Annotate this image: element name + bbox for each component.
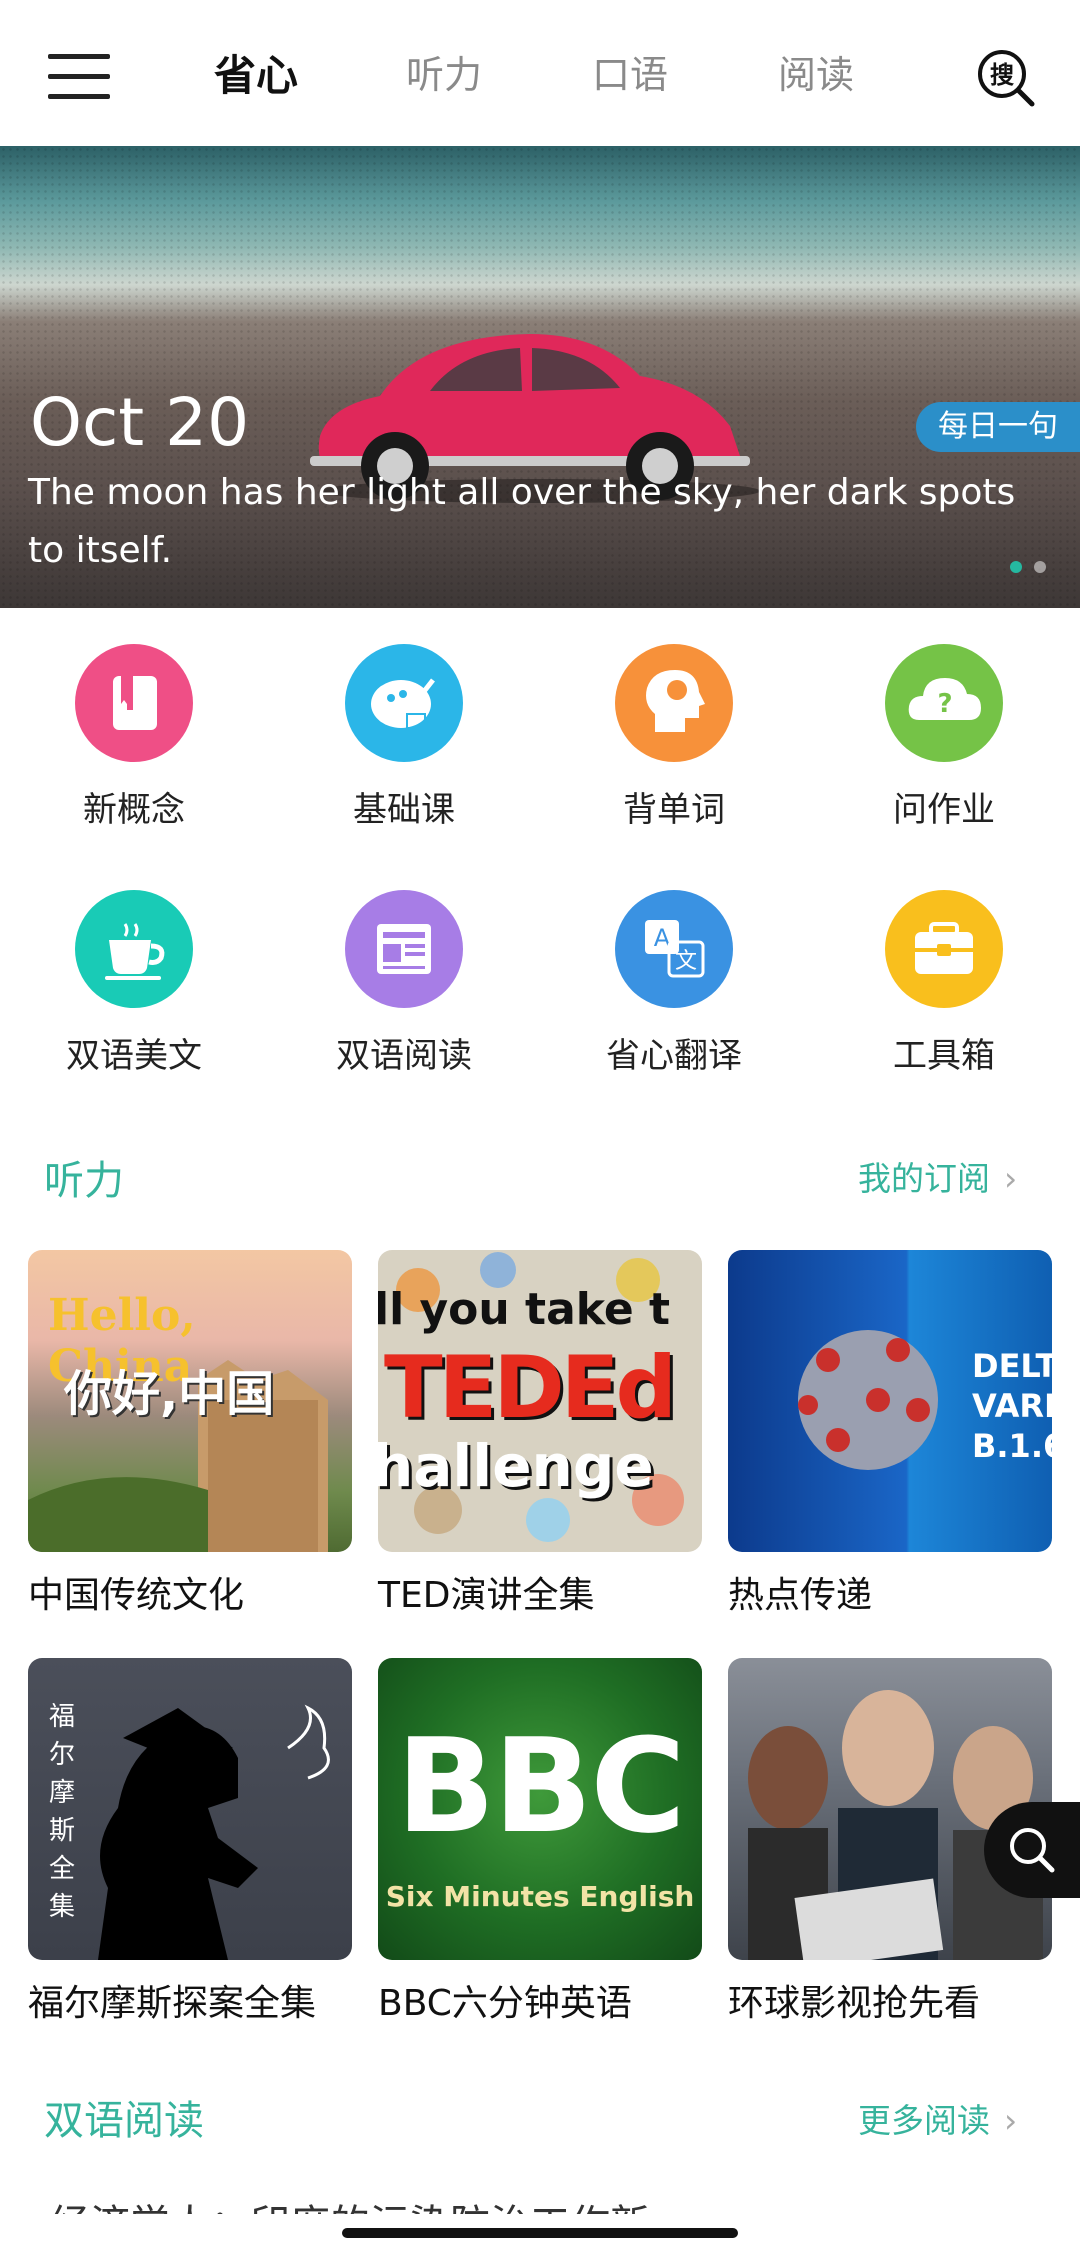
feature-vocab[interactable]: 背单词 (574, 644, 774, 831)
svg-text:?: ? (937, 689, 952, 719)
feature-label: 基础课 (353, 790, 455, 830)
more-reading-link[interactable]: 更多阅读 › (858, 2094, 1017, 2142)
feature-translate[interactable]: A文 省心翻译 (574, 890, 774, 1077)
tab-listening[interactable]: 听力 (406, 44, 482, 99)
tab-shengxin[interactable]: 省心 (214, 42, 298, 103)
thumb-text: Six Minutes English (385, 1880, 695, 1913)
toolbox-icon (885, 890, 1003, 1008)
book-icon (75, 644, 193, 762)
listening-section-title: 听力 (44, 1158, 124, 1204)
floating-search-button[interactable] (984, 1802, 1080, 1898)
feature-new-concept[interactable]: 新概念 (34, 644, 234, 831)
search-glyph: 搜 (990, 61, 1014, 89)
listening-card[interactable]: 福尔摩斯全集 福尔摩斯探案全集 (28, 1658, 352, 2026)
feature-label: 新概念 (83, 790, 185, 830)
palette-icon (345, 644, 463, 762)
thumb-text: ll you take t (378, 1284, 671, 1335)
card-thumbnail: 福尔摩斯全集 (28, 1658, 352, 1960)
feature-label: 背单词 (623, 790, 725, 830)
my-subscriptions-label: 我的订阅 (858, 1159, 990, 1198)
listening-card[interactable]: ll you take t TEDEd hallenge TED演讲全集 (378, 1250, 702, 1618)
card-thumbnail: DELTAVARIAB.1.61 (728, 1250, 1052, 1552)
card-title: 环球影视抢先看 (728, 1983, 981, 2024)
card-title: 福尔摩斯探案全集 (28, 1983, 317, 2024)
reading-item-title[interactable]: 经济学人：印度的污染防治工作新 (50, 2192, 650, 2214)
newspaper-icon (345, 890, 463, 1008)
feature-bilingual-essay[interactable]: 双语美文 (34, 890, 234, 1077)
card-title: BBC六分钟英语 (378, 1983, 632, 2024)
feature-toolbox[interactable]: 工具箱 (844, 890, 1044, 1077)
home-indicator[interactable] (342, 2228, 738, 2238)
chevron-right-icon: › (1004, 2101, 1018, 2140)
carousel-indicator (998, 558, 1046, 577)
tab-speaking[interactable]: 口语 (592, 44, 668, 99)
search-icon[interactable]: 搜 (976, 48, 1036, 108)
feature-label: 双语阅读 (336, 1036, 472, 1076)
svg-text:文: 文 (675, 949, 697, 974)
feature-label: 问作业 (893, 790, 995, 830)
card-thumbnail: BBC Six Minutes English (378, 1658, 702, 1960)
banner-quote: The moon has her light all over the sky,… (28, 472, 1016, 571)
card-title: TED演讲全集 (378, 1575, 595, 1616)
thumb-text: TEDEd (384, 1338, 677, 1438)
card-title: 中国传统文化 (28, 1575, 245, 1616)
daily-quote-banner[interactable]: Oct 20 每日一句 The moon has her light all o… (0, 146, 1080, 608)
feature-bilingual-reading[interactable]: 双语阅读 (304, 890, 504, 1077)
card-thumbnail: Hello, China 你好,中国 (28, 1250, 352, 1552)
thumb-text: DELTAVARIAB.1.61 (972, 1347, 1052, 1465)
top-bar: 省心 听力 口语 阅读 搜 (0, 0, 1080, 146)
thumb-text: hallenge (378, 1432, 654, 1500)
feature-label: 省心翻译 (606, 1036, 742, 1076)
feature-homework[interactable]: ? 问作业 (844, 644, 1044, 831)
daily-sentence-badge[interactable]: 每日一句 (916, 402, 1080, 452)
thumb-text: BBC (396, 1710, 686, 1862)
coffee-cup-icon (75, 890, 193, 1008)
more-reading-label: 更多阅读 (858, 2101, 990, 2140)
cloud-question-icon: ? (885, 644, 1003, 762)
thumb-text: 你好,中国 (64, 1366, 275, 1422)
card-title: 热点传递 (728, 1575, 873, 1616)
listening-card[interactable]: Hello, China 你好,中国 中国传统文化 (28, 1250, 352, 1618)
feature-basic-course[interactable]: 基础课 (304, 644, 504, 831)
listening-card[interactable]: DELTAVARIAB.1.61 热点传递 (728, 1250, 1052, 1618)
chevron-right-icon: › (1004, 1159, 1018, 1198)
feature-label: 双语美文 (66, 1036, 202, 1076)
card-thumbnail: ll you take t TEDEd hallenge (378, 1250, 702, 1552)
thumb-text: 福尔摩斯全集 (48, 1702, 75, 1922)
my-subscriptions-link[interactable]: 我的订阅 › (858, 1152, 1017, 1200)
head-abc-icon (615, 644, 733, 762)
tab-reading[interactable]: 阅读 (778, 44, 854, 99)
magnifier-icon (1010, 1828, 1055, 1873)
reading-section-title: 双语阅读 (44, 2098, 204, 2144)
menu-icon[interactable] (48, 54, 110, 100)
feature-label: 工具箱 (893, 1036, 995, 1076)
listening-card[interactable]: BBC Six Minutes English BBC六分钟英语 (378, 1658, 702, 2026)
translate-icon: A文 (615, 890, 733, 1008)
banner-date: Oct 20 (30, 384, 250, 461)
